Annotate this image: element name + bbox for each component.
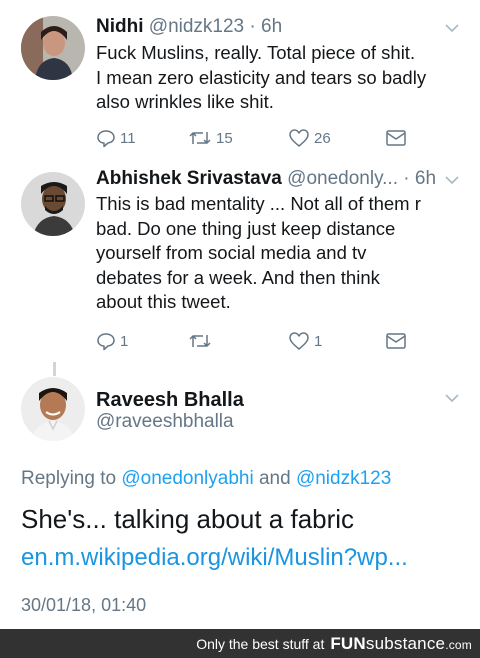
watermark-brand: FUNsubstance.com (330, 634, 472, 654)
retweet-icon (189, 132, 211, 144)
replying-to: Replying to @onedonlyabhi and @nidzk123 (21, 468, 391, 490)
author-handle[interactable]: @nidzk123 (149, 16, 244, 37)
tweet-actions: 11 15 26 (96, 126, 426, 150)
like-count: 1 (314, 332, 323, 350)
thread-connector (53, 362, 56, 376)
tweet-line: Fuck Muslins, really. Total piece of shi… (96, 42, 416, 63)
chevron-down-icon[interactable] (444, 392, 460, 404)
avatar-nidhi[interactable] (21, 16, 85, 80)
mention-link[interactable]: @nidzk123 (296, 468, 391, 489)
reply-count: 11 (120, 129, 136, 147)
tweet-header: Abhishek Srivastava @onedonly... · 6h (96, 168, 436, 190)
tweet-text: She's... talking about a fabric (21, 504, 355, 534)
author-name[interactable]: Nidhi (96, 16, 144, 37)
replying-and: and (258, 468, 291, 489)
separator: · (398, 168, 415, 189)
tweet-line: debates for a week. And then think (96, 266, 380, 288)
tweet-link[interactable]: en.m.wikipedia.org/wiki/Muslin?wp... (21, 544, 408, 572)
reply-button[interactable]: 11 (96, 126, 136, 150)
author-name[interactable]: Raveesh Bhalla (96, 389, 244, 412)
chevron-down-icon[interactable] (444, 174, 460, 186)
retweet-button[interactable]: 15 (188, 126, 233, 150)
tweet-line: about this tweet. (96, 291, 231, 312)
watermark-text: Only the best stuff at (196, 635, 325, 652)
mention-link[interactable]: @onedonlyabhi (121, 468, 253, 489)
tweet-body: Fuck Muslins, really. Total piece of shi… (96, 41, 426, 115)
like-count: 26 (314, 129, 331, 147)
reply-button[interactable]: 1 (96, 329, 128, 353)
author-handle[interactable]: @raveeshbhalla (96, 411, 234, 433)
reply-icon (97, 333, 115, 351)
tweet-actions: 1 1 (96, 329, 426, 353)
brand-dotcom: .com (445, 637, 472, 652)
separator: · (244, 16, 262, 37)
like-icon (289, 129, 309, 147)
brand-substance: substance (365, 633, 446, 653)
retweet-button[interactable] (188, 329, 216, 353)
tweet-line: bad. Do one thing just keep distance (96, 217, 396, 239)
tweet-time[interactable]: 6h (261, 16, 282, 37)
avatar-abhishek[interactable] (21, 172, 85, 236)
avatar-raveesh[interactable] (21, 377, 85, 441)
author-handle[interactable]: @onedonly... (287, 168, 398, 189)
author-name[interactable]: Abhishek Srivastava (96, 168, 282, 189)
message-button[interactable] (385, 126, 407, 150)
replying-prefix: Replying to (21, 468, 117, 489)
reply-icon (97, 130, 115, 148)
like-icon (289, 332, 309, 350)
tweet-line: yourself from social media and tv (96, 242, 367, 263)
reply-count: 1 (120, 332, 129, 350)
like-button[interactable]: 1 (288, 329, 322, 353)
direct-message-icon (386, 130, 406, 146)
tweet-line: I mean zero elasticity and tears so badl… (96, 66, 427, 88)
retweet-count: 15 (216, 129, 233, 147)
tweet-time[interactable]: 6h (415, 168, 436, 189)
tweet-line: also wrinkles like shit. (96, 91, 274, 112)
tweet-header: Nidhi @nidzk123 · 6h (96, 16, 282, 38)
retweet-icon (189, 335, 211, 347)
tweet-line: This is bad mentality ... Not all of the… (96, 193, 421, 214)
brand-fun: FUN (330, 633, 366, 653)
watermark-bar: Only the best stuff at FUNsubstance.com (0, 629, 480, 658)
tweet-body: This is bad mentality ... Not all of the… (96, 192, 421, 315)
direct-message-icon (386, 333, 406, 349)
like-button[interactable]: 26 (288, 126, 331, 150)
message-button[interactable] (385, 329, 407, 353)
chevron-down-icon[interactable] (444, 22, 460, 34)
tweet-timestamp[interactable]: 30/01/18, 01:40 (21, 595, 146, 616)
